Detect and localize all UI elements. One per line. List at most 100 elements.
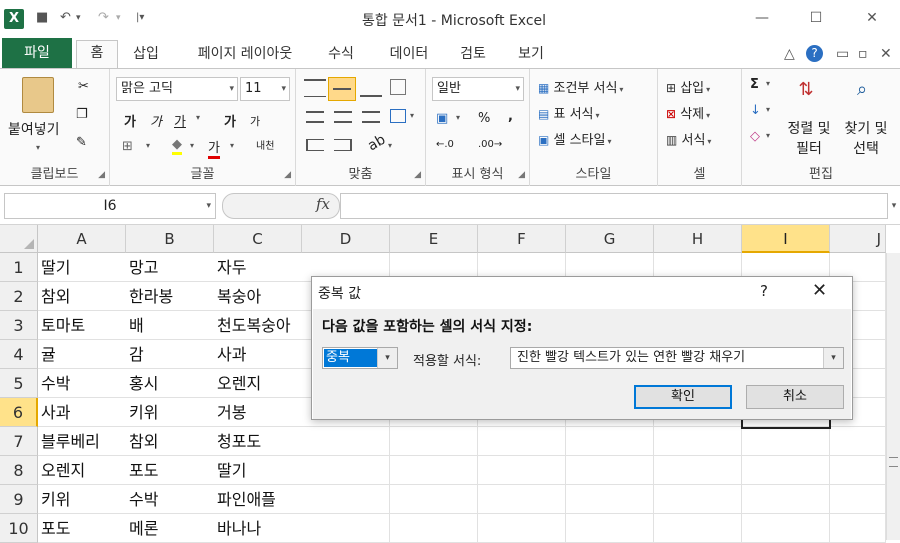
clear-dropdown-icon[interactable]: ▾ (766, 131, 770, 140)
increase-decimal-icon[interactable]: ←.0 (436, 139, 454, 150)
find-select-button[interactable]: 찾기 및 선택 (838, 119, 894, 159)
cell-g10[interactable] (566, 514, 654, 543)
cell-e9[interactable] (390, 485, 478, 514)
cell-i8[interactable] (742, 456, 830, 485)
cell-a10[interactable]: 포도 (38, 514, 126, 543)
cell-f9[interactable] (478, 485, 566, 514)
insert-function-icon[interactable]: fx (316, 195, 330, 213)
column-header-f[interactable]: F (478, 225, 566, 253)
cell-a1[interactable]: 딸기 (38, 253, 126, 282)
cell-a9[interactable]: 키위 (38, 485, 126, 514)
column-header-i[interactable]: I (742, 225, 830, 253)
row-header-9[interactable]: 9 (0, 485, 38, 514)
format-painter-icon[interactable]: ✎ (76, 135, 87, 150)
cell-c10[interactable]: 바나나 (214, 514, 302, 543)
border-dropdown-icon[interactable]: ▾ (146, 141, 150, 150)
autosum-dropdown-icon[interactable]: ▾ (766, 79, 770, 88)
cell-g9[interactable] (566, 485, 654, 514)
cell-c7[interactable]: 청포도 (214, 427, 302, 456)
cell-e10[interactable] (390, 514, 478, 543)
cell-a8[interactable]: 오렌지 (38, 456, 126, 485)
decrease-indent-icon[interactable] (306, 139, 324, 151)
cell-d10[interactable] (302, 514, 390, 543)
cell-i10[interactable] (742, 514, 830, 543)
cell-b8[interactable]: 포도 (126, 456, 214, 485)
conditional-format-button[interactable]: ▦ 조건부 서식 ▾ (538, 77, 623, 96)
column-header-g[interactable]: G (566, 225, 654, 253)
column-header-b[interactable]: B (126, 225, 214, 253)
shrink-font-button[interactable]: 가 (250, 113, 260, 129)
align-bottom-icon[interactable] (360, 79, 382, 97)
percent-icon[interactable]: % (478, 111, 490, 126)
row-header-8[interactable]: 8 (0, 456, 38, 485)
cell-b3[interactable]: 배 (126, 311, 214, 340)
tab-home[interactable]: 홈 (76, 40, 118, 69)
cell-b1[interactable]: 망고 (126, 253, 214, 282)
decrease-decimal-icon[interactable]: .00→ (478, 139, 502, 150)
paste-dropdown-icon[interactable]: ▾ (36, 143, 40, 152)
cell-e7[interactable] (390, 427, 478, 456)
alignment-launcher-icon[interactable]: ◢ (414, 170, 421, 180)
cell-b2[interactable]: 한라봉 (126, 282, 214, 311)
underline-dropdown-icon[interactable]: ▾ (196, 113, 200, 122)
font-size-combo[interactable]: 11 ▾ (240, 77, 290, 101)
column-header-j[interactable]: J (830, 225, 886, 253)
number-format-combo[interactable]: 일반 ▾ (432, 77, 524, 101)
cell-f8[interactable] (478, 456, 566, 485)
tab-formulas[interactable]: 수식 (318, 42, 364, 68)
cell-c5[interactable]: 오렌지 (214, 369, 302, 398)
format-cells-button[interactable]: ▥ 서식 ▾ (666, 129, 711, 148)
cell-b5[interactable]: 홍시 (126, 369, 214, 398)
insert-cells-button[interactable]: ⊞ 삽입 ▾ (666, 77, 710, 96)
font-name-combo[interactable]: 맑은 고딕 ▾ (116, 77, 238, 101)
align-top-icon[interactable] (304, 79, 326, 97)
cancel-button[interactable]: 취소 (746, 385, 844, 409)
cell-d9[interactable] (302, 485, 390, 514)
duplicate-type-select[interactable]: 중복 ▾ (322, 347, 398, 369)
clipboard-launcher-icon[interactable]: ◢ (98, 170, 105, 180)
workbook-close-icon[interactable]: ✕ (880, 46, 892, 62)
italic-button[interactable]: 가 (150, 111, 162, 130)
border-icon[interactable]: ⊞ (122, 139, 133, 154)
font-color-icon[interactable]: 가 (208, 137, 220, 159)
cell-h7[interactable] (654, 427, 742, 456)
fill-icon[interactable]: ↓ (750, 103, 761, 118)
comma-icon[interactable]: , (508, 109, 513, 124)
cell-j10[interactable] (830, 514, 886, 543)
cell-d8[interactable] (302, 456, 390, 485)
format-select[interactable]: 진한 빨강 텍스트가 있는 연한 빨강 채우기 ▾ (510, 347, 844, 369)
cell-j8[interactable] (830, 456, 886, 485)
sort-filter-icon[interactable]: ⇅ (792, 79, 820, 109)
cell-j7[interactable] (830, 427, 886, 456)
cut-icon[interactable]: ✂ (78, 79, 89, 94)
align-middle-icon[interactable] (328, 77, 356, 101)
row-header-5[interactable]: 5 (0, 369, 38, 398)
cell-a2[interactable]: 참외 (38, 282, 126, 311)
clear-icon[interactable]: ◇ (750, 129, 760, 144)
cell-c4[interactable]: 사과 (214, 340, 302, 369)
chevron-down-icon[interactable]: ▾ (206, 194, 211, 218)
fill-dropdown-icon[interactable]: ▾ (766, 105, 770, 114)
number-launcher-icon[interactable]: ◢ (518, 170, 525, 180)
underline-button[interactable]: 가 (174, 111, 186, 130)
cell-a7[interactable]: 블루베리 (38, 427, 126, 456)
cell-g8[interactable] (566, 456, 654, 485)
row-header-6[interactable]: 6 (0, 398, 38, 427)
tab-page-layout[interactable]: 페이지 레이아웃 (180, 42, 310, 68)
bold-button[interactable]: 가 (124, 111, 136, 130)
autosum-icon[interactable]: Σ (750, 77, 759, 92)
cell-g7[interactable] (566, 427, 654, 456)
cell-h8[interactable] (654, 456, 742, 485)
tab-file[interactable]: 파일 (2, 38, 72, 68)
cell-b4[interactable]: 감 (126, 340, 214, 369)
row-header-3[interactable]: 3 (0, 311, 38, 340)
row-header-2[interactable]: 2 (0, 282, 38, 311)
cell-i9[interactable] (742, 485, 830, 514)
row-header-4[interactable]: 4 (0, 340, 38, 369)
cell-f10[interactable] (478, 514, 566, 543)
column-header-e[interactable]: E (390, 225, 478, 253)
cell-c1[interactable]: 자두 (214, 253, 302, 282)
tab-review[interactable]: 검토 (450, 42, 496, 68)
column-header-d[interactable]: D (302, 225, 390, 253)
maximize-button[interactable]: ☐ (796, 6, 836, 30)
